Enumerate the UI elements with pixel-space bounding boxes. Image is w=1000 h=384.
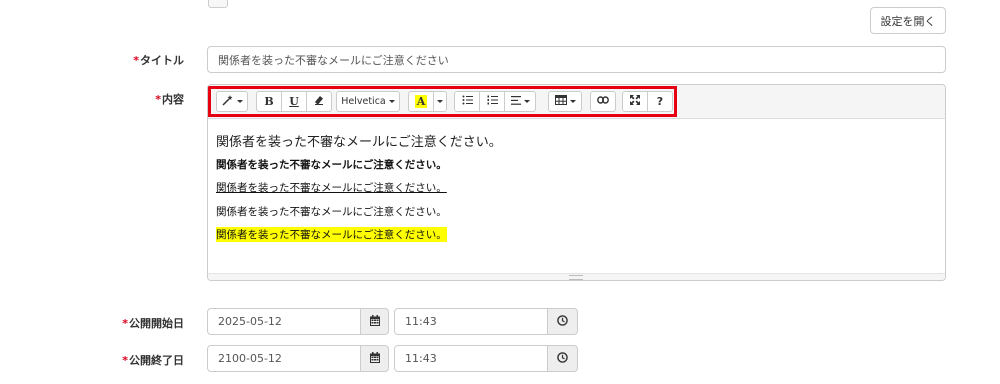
required-mark: * bbox=[122, 317, 128, 330]
publish-start-label: *公開開始日 bbox=[122, 317, 184, 330]
content-line-underline: 関係者を装った不審なメールにご注意ください。 bbox=[216, 182, 447, 194]
content-line-bold: 関係者を装った不審なメールにご注意ください。 bbox=[216, 159, 447, 171]
content-label: *内容 bbox=[155, 93, 184, 106]
content-line-plain: 関係者を装った不審なメールにご注意ください。 bbox=[216, 206, 447, 218]
required-mark: * bbox=[133, 54, 139, 67]
publish-end-label: *公開終了日 bbox=[122, 354, 184, 367]
calendar-icon bbox=[369, 314, 380, 329]
editor-toolbar: B U Helvetica A ? bbox=[208, 85, 945, 119]
top-checkbox[interactable] bbox=[208, 0, 228, 8]
resize-handle[interactable] bbox=[569, 275, 583, 280]
title-label: *タイトル bbox=[133, 54, 184, 67]
clock-icon bbox=[557, 351, 568, 366]
publish-start-clock-button[interactable] bbox=[547, 308, 578, 335]
title-input[interactable]: 関係者を装った不審なメールにご注意ください bbox=[207, 46, 946, 73]
calendar-icon bbox=[369, 351, 380, 366]
publish-end-clock-button[interactable] bbox=[547, 345, 578, 372]
editor-resize-bar[interactable] bbox=[208, 273, 945, 280]
publish-start-calendar-button[interactable] bbox=[360, 308, 389, 335]
open-settings-button[interactable]: 設定を開く bbox=[870, 7, 946, 34]
rich-text-editor[interactable]: B U Helvetica A ? 関係者を装った不審なメールにご注意ください。… bbox=[207, 84, 946, 281]
content-line-heading: 関係者を装った不審なメールにご注意ください。 bbox=[216, 135, 502, 150]
publish-start-time-input[interactable]: 11:43 bbox=[394, 308, 548, 335]
publish-end-date-input[interactable]: 2100-05-12 bbox=[207, 345, 361, 372]
publish-end-time-input[interactable]: 11:43 bbox=[394, 345, 548, 372]
required-mark: * bbox=[122, 354, 128, 367]
publish-end-calendar-button[interactable] bbox=[360, 345, 389, 372]
publish-start-date-input[interactable]: 2025-05-12 bbox=[207, 308, 361, 335]
required-mark: * bbox=[155, 93, 161, 106]
toolbar-highlight-box bbox=[208, 86, 677, 117]
content-line-highlighted: 関係者を装った不審なメールにご注意ください。 bbox=[216, 227, 447, 242]
clock-icon bbox=[557, 314, 568, 329]
